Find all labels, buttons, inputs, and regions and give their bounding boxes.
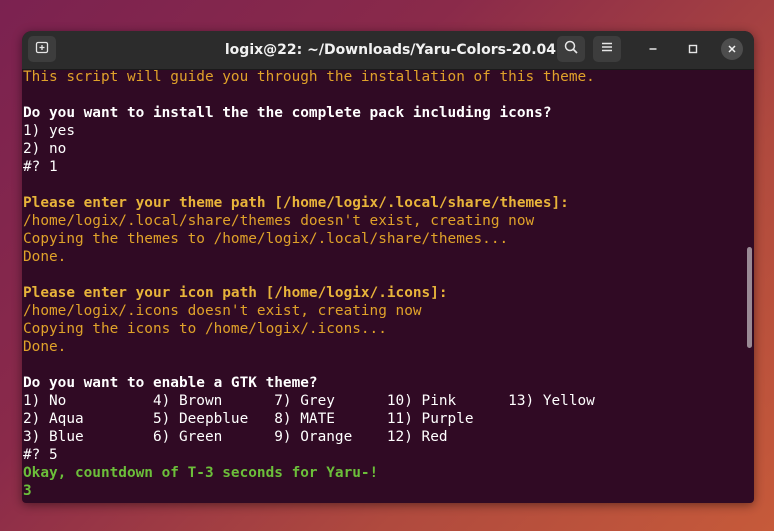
scrollbar-thumb[interactable] <box>747 247 752 348</box>
terminal-line: /home/logix/.local/share/themes doesn't … <box>23 213 535 229</box>
terminal-line: #? 5 <box>23 447 58 463</box>
new-tab-icon <box>34 39 50 59</box>
terminal-line: 3) Blue 6) Green 9) Orange 12) Red <box>23 429 448 445</box>
terminal-line: Copying the themes to /home/logix/.local… <box>23 231 509 247</box>
terminal-output[interactable]: This script will guide you through the i… <box>23 68 744 503</box>
terminal-line: 3 <box>23 483 32 499</box>
terminal-line: 2) Aqua 5) Deepblue 8) MATE 11) Purple <box>23 411 474 427</box>
terminal-line: Done. <box>23 339 67 355</box>
terminal-line: Done. <box>23 249 67 265</box>
terminal-line: /home/logix/.icons doesn't exist, creati… <box>23 303 422 319</box>
maximize-icon <box>687 40 699 59</box>
terminal-line: Do you want to install the the complete … <box>23 105 552 121</box>
terminal-line: Copying the icons to /home/logix/.icons.… <box>23 321 387 337</box>
terminal-line: This script will guide you through the i… <box>23 69 595 85</box>
terminal-line: Do you want to enable a GTK theme? <box>23 375 318 391</box>
terminal-line: Okay, countdown of T-3 seconds for Yaru-… <box>23 465 379 481</box>
terminal-window: logix@22: ~/Downloads/Yaru-Colors-20.04.… <box>22 31 754 503</box>
close-icon <box>726 40 738 59</box>
maximize-button[interactable] <box>682 38 704 60</box>
terminal-line: Please enter your theme path [/home/logi… <box>23 195 569 211</box>
new-tab-button[interactable] <box>28 36 56 62</box>
search-icon <box>563 39 579 59</box>
search-button[interactable] <box>557 36 585 62</box>
minimize-icon <box>647 40 659 59</box>
minimize-button[interactable] <box>642 38 664 60</box>
hamburger-menu-icon <box>599 39 615 59</box>
terminal-line: 1) No 4) Brown 7) Grey 10) Pink 13) Yell… <box>23 393 595 409</box>
menu-button[interactable] <box>593 36 621 62</box>
terminal-line: Please enter your icon path [/home/logix… <box>23 285 448 301</box>
title-bar: logix@22: ~/Downloads/Yaru-Colors-20.04.… <box>22 31 754 70</box>
terminal-line: #? 1 <box>23 159 58 175</box>
terminal-line: 1) yes <box>23 123 75 139</box>
close-button[interactable] <box>721 38 743 60</box>
terminal-line: 2) no <box>23 141 67 157</box>
